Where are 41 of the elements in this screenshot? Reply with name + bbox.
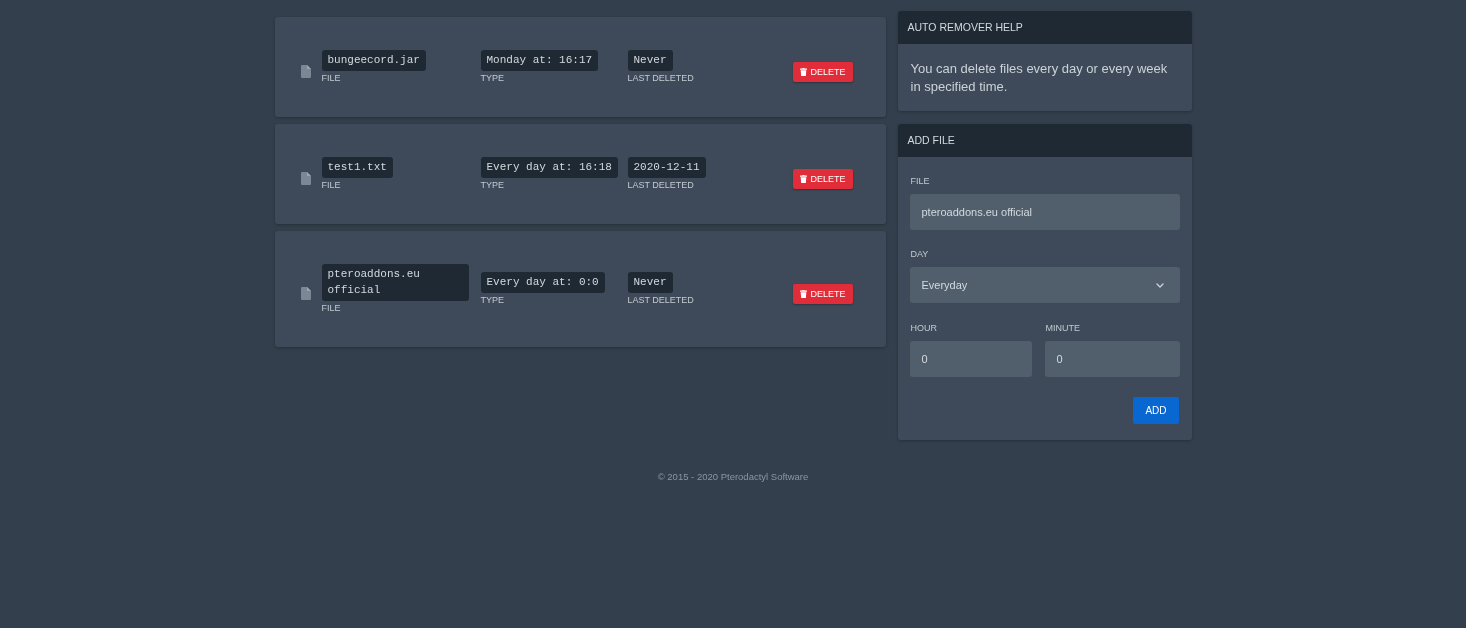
copyright-text: © 2015 - 2020 Pterodactyl Software [657,471,809,482]
trash-icon [800,67,808,76]
file-name: bungeecord.jar [321,50,426,71]
delete-button[interactable]: DELETE [793,61,853,82]
field-label: DAY [909,248,929,260]
schedule-type: Monday at: 16:17 [480,50,599,71]
field-label: FILE [909,175,930,187]
panel-header: AUTO REMOVER HELP [897,11,1192,44]
minute-input[interactable]: 0 [1044,341,1180,377]
schedule-type: Every day at: 0:0 [480,272,605,293]
file-icon [300,172,311,185]
file-label: FILE [321,303,341,314]
chevron-down-icon [1155,282,1164,288]
type-label: TYPE [480,180,504,191]
add-button[interactable]: ADD [1133,397,1179,424]
schedule-type: Every day at: 16:18 [480,157,618,178]
type-label: TYPE [480,73,504,84]
delete-button[interactable]: DELETE [793,168,853,189]
file-icon [300,65,311,78]
delete-button[interactable]: DELETE [793,283,853,304]
file-name: test1.txt [321,157,393,178]
field-label: MINUTE [1044,322,1080,334]
file-input[interactable]: pteroaddons.eu official [909,194,1180,230]
trash-icon [800,174,808,183]
last-deleted-label: LAST DELETED [627,180,694,191]
day-select[interactable]: Everyday [909,267,1180,303]
file-label: FILE [321,73,341,84]
hour-input[interactable]: 0 [909,341,1032,377]
panel-header: ADD FILE [897,124,1192,157]
file-name: pteroaddons.eu official [321,264,469,301]
help-text: You can delete files every day or every week in specified time. [910,60,1169,96]
last-deleted-value: Never [627,50,673,71]
file-icon [300,287,311,300]
trash-icon [800,289,808,298]
type-label: TYPE [480,295,504,306]
last-deleted-label: LAST DELETED [627,295,694,306]
last-deleted-label: LAST DELETED [627,73,694,84]
field-label: HOUR [909,322,937,334]
last-deleted-value: Never [627,272,673,293]
file-label: FILE [321,180,341,191]
last-deleted-value: 2020-12-11 [627,157,706,178]
